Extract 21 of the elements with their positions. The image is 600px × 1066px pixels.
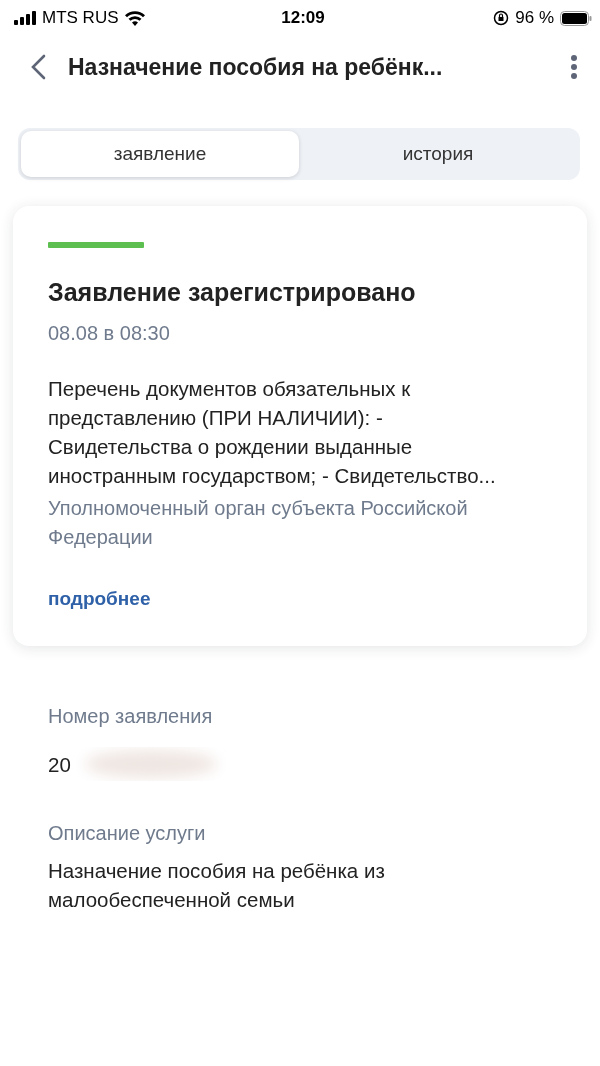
tab[interactable]: заявление — [21, 131, 299, 177]
detail-value: Назначение пособия на ребёнка из малообеспеченной семьи — [48, 858, 386, 913]
clock-time: 12:09 — [281, 8, 325, 28]
tab[interactable]: история — [299, 131, 577, 177]
status-description: Перечень документов обязательных к представлению (ПРИ НАЛИЧИИ): - Свидетельства о рождении выданные иностранным государством; - Свидетельство... — [48, 376, 497, 489]
detail-label: Номер заявления — [48, 704, 214, 729]
back-button[interactable] — [30, 54, 46, 80]
rotation-lock-icon — [493, 10, 510, 26]
more-link[interactable]: подробнее — [48, 588, 529, 610]
battery-icon — [560, 10, 592, 26]
status-date: 08.08 в 08:30 — [48, 321, 171, 346]
wifi-icon — [124, 10, 145, 26]
status-title: Заявление зарегистрировано — [48, 278, 417, 307]
detail-label: Описание услуги — [48, 821, 207, 846]
carrier-name: MTS RUS — [42, 8, 119, 28]
more-menu-button[interactable] — [570, 54, 578, 80]
detail-value: 20 — [48, 751, 71, 778]
page-title: Назначение пособия на ребёнк... — [68, 53, 444, 81]
battery-percent: 96 % — [515, 8, 554, 28]
signal-icon — [14, 11, 36, 25]
authority-text: Уполномоченный орган субъекта Российской Федерации — [48, 496, 469, 550]
